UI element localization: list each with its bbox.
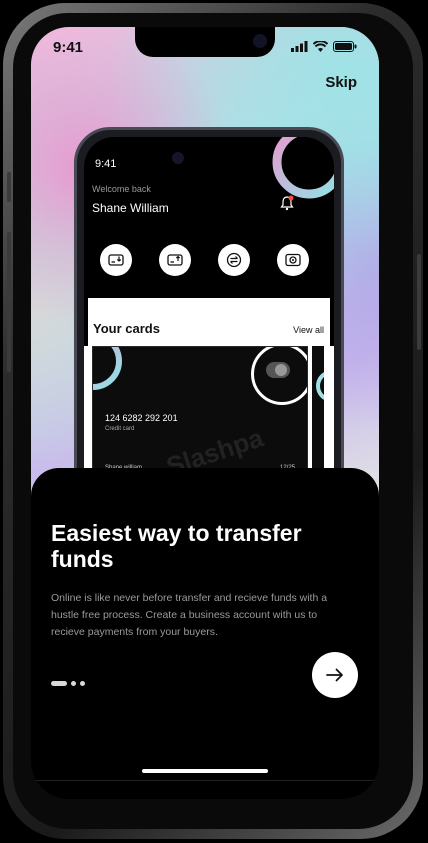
phone-screen: 9:41 Skip 9:41 Welcome back Shane Willia: [31, 27, 379, 799]
camera-button: [277, 244, 309, 276]
cards-header: Your cards View all: [88, 298, 330, 346]
skip-button[interactable]: Skip: [325, 74, 357, 91]
page-indicator: [51, 681, 85, 686]
volume-up-button: [7, 232, 11, 294]
decorative-ring: [272, 137, 334, 199]
notch: [135, 27, 275, 57]
arrow-right-icon: [326, 668, 343, 682]
volume-down-button: [7, 310, 11, 372]
bell-icon: [280, 195, 294, 211]
camera-lens: [253, 34, 267, 48]
mock-status-time: 9:41: [95, 158, 117, 170]
cards-title: Your cards: [93, 321, 160, 336]
card-type: Credit card: [105, 426, 135, 432]
battery-icon: [333, 41, 357, 52]
send-icon: [167, 254, 183, 266]
next-button[interactable]: [312, 652, 358, 698]
camera-icon: [285, 253, 301, 267]
card-ring: [93, 347, 122, 390]
mock-camera: [172, 152, 184, 164]
welcome-text: Welcome back: [92, 184, 151, 194]
page-dot-active: [51, 681, 67, 686]
receive-button: [100, 244, 132, 276]
view-all-link: View all: [293, 325, 324, 335]
card-number: 124 6282 292 201: [105, 413, 178, 423]
card-toggle: [266, 362, 290, 378]
quick-actions: [100, 244, 309, 276]
transfer-button: [218, 244, 250, 276]
onboarding-title: Easiest way to transfer funds: [51, 520, 302, 572]
page-dot: [80, 681, 85, 686]
status-icons: [291, 41, 357, 52]
onboarding-description: Online is like never before transfer and…: [51, 592, 328, 638]
status-time: 9:41: [53, 39, 84, 56]
page-dot: [71, 681, 76, 686]
mute-switch: [7, 172, 11, 202]
power-button: [417, 254, 421, 350]
home-indicator[interactable]: [142, 769, 268, 773]
receive-icon: [108, 254, 124, 266]
bottom-divider: [31, 780, 379, 781]
send-button: [159, 244, 191, 276]
user-name: Shane William: [92, 201, 169, 215]
signal-icon: [291, 41, 308, 52]
onboarding-sheet: Easiest way to transfer funds Online is …: [31, 468, 379, 799]
wifi-icon: [313, 41, 328, 52]
transfer-icon: [226, 252, 242, 268]
